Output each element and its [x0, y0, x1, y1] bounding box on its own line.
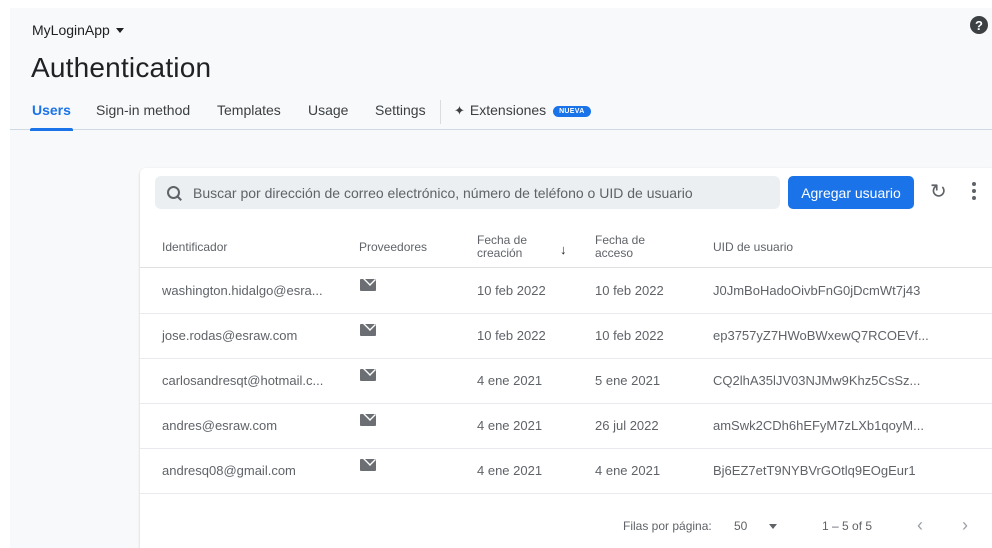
app-shell: MyLoginApp ? Authentication Users Sign-i…: [10, 8, 992, 548]
user-identifier: jose.rodas@esraw.com: [162, 328, 298, 343]
next-page-icon[interactable]: ›: [962, 515, 968, 536]
tab-templates[interactable]: Templates: [217, 102, 281, 130]
add-user-button[interactable]: Agregar usuario: [788, 176, 914, 209]
page-range: 1 – 5 of 5: [822, 519, 873, 533]
project-selector[interactable]: MyLoginApp: [32, 18, 124, 42]
user-uid: CQ2lhA35lJV03NJMw9Khz5CsSz...: [713, 373, 921, 388]
column-created-line2: creación: [477, 246, 523, 260]
user-identifier: carlosandresqt@hotmail.c...: [162, 373, 324, 388]
email-icon: [360, 324, 376, 336]
column-created[interactable]: Fecha de creación: [477, 234, 527, 260]
user-created: 4 ene 2021: [477, 463, 543, 478]
user-signed-in: 10 feb 2022: [595, 328, 664, 343]
table-row[interactable]: andres@esraw.com 4 ene 2021 26 jul 2022 …: [140, 404, 992, 449]
table-row[interactable]: jose.rodas@esraw.com 10 feb 2022 10 feb …: [140, 314, 992, 359]
user-identifier: andres@esraw.com: [162, 418, 278, 433]
user-signed-in: 5 ene 2021: [595, 373, 661, 388]
search-input[interactable]: [193, 184, 773, 201]
user-uid: amSwk2CDh6hEFyM7zLXb1qoyM...: [713, 418, 924, 433]
prev-page-icon[interactable]: ‹: [917, 515, 923, 536]
search-bar[interactable]: [155, 176, 780, 209]
email-icon: [360, 279, 376, 291]
tab-label: Extensiones: [469, 102, 547, 118]
column-providers[interactable]: Proveedores: [359, 241, 427, 254]
chevron-down-icon[interactable]: [115, 28, 124, 33]
tab-label: Sign-in method: [96, 102, 191, 118]
user-created: 10 feb 2022: [477, 328, 546, 343]
tab-label: Usage: [308, 102, 349, 118]
table-header: Identificador Proveedores Fecha de creac…: [140, 224, 992, 268]
column-identifier[interactable]: Identificador: [162, 241, 227, 254]
user-uid: J0JmBoHadoOivbFnG0jDcmWt7j43: [713, 283, 921, 298]
puzzle-icon: ✦: [454, 103, 465, 118]
page-title: Authentication: [31, 52, 212, 83]
tab-label: Settings: [375, 102, 426, 118]
rows-per-page-select[interactable]: 50: [734, 519, 747, 533]
search-icon: [167, 185, 181, 200]
user-created: 4 ene 2021: [477, 373, 543, 388]
tab-settings[interactable]: Settings: [375, 102, 426, 130]
refresh-icon[interactable]: ↻: [930, 180, 947, 204]
user-uid: ep3757yZ7HWoBWxewQ7RCOEVf...: [713, 328, 929, 343]
user-signed-in: 26 jul 2022: [595, 418, 659, 433]
tab-usage[interactable]: Usage: [308, 102, 348, 130]
project-name[interactable]: MyLoginApp: [32, 22, 110, 38]
tab-sign-in-method[interactable]: Sign-in method: [96, 102, 190, 130]
tab-extensions[interactable]: ✦ Extensiones NUEVA: [454, 102, 591, 130]
user-created: 4 ene 2021: [477, 418, 543, 433]
table-row[interactable]: carlosandresqt@hotmail.c... 4 ene 2021 5…: [140, 359, 992, 404]
email-icon: [360, 369, 376, 381]
table-row[interactable]: andresq08@gmail.com 4 ene 2021 4 ene 202…: [140, 449, 992, 494]
rows-per-page-label: Filas por página:: [623, 519, 712, 533]
user-uid: Bj6EZ7etT9NYBVrGOtlq9EOgEur1: [713, 463, 916, 478]
chevron-down-icon[interactable]: [769, 524, 777, 529]
user-signed-in: 4 ene 2021: [595, 463, 661, 478]
tab-users[interactable]: Users: [30, 102, 73, 131]
more-options-icon[interactable]: [972, 182, 976, 200]
user-identifier: washington.hidalgo@esra...: [162, 283, 323, 298]
new-badge: NUEVA: [553, 106, 591, 117]
users-card: Agregar usuario ↻ Identificador Proveedo…: [140, 168, 992, 548]
tab-bar: Users Sign-in method Templates Usage Set…: [10, 98, 992, 131]
table-row[interactable]: washington.hidalgo@esra... 10 feb 2022 1…: [140, 269, 992, 314]
user-signed-in: 10 feb 2022: [595, 283, 664, 298]
column-signed-in[interactable]: Fecha de acceso: [595, 234, 645, 260]
tab-divider: [440, 100, 441, 124]
user-identifier: andresq08@gmail.com: [162, 463, 296, 478]
help-icon[interactable]: ?: [970, 16, 988, 34]
column-signed-in-line2: acceso: [595, 246, 634, 260]
email-icon: [360, 414, 376, 426]
email-icon: [360, 459, 376, 471]
sort-descending-icon[interactable]: ↓: [560, 242, 567, 257]
tab-label: Templates: [217, 102, 281, 118]
user-created: 10 feb 2022: [477, 283, 546, 298]
tab-label: Users: [32, 102, 71, 118]
pagination-bar: Filas por página: 50 1 – 5 of 5 ‹ ›: [140, 509, 992, 545]
column-uid[interactable]: UID de usuario: [713, 241, 793, 254]
